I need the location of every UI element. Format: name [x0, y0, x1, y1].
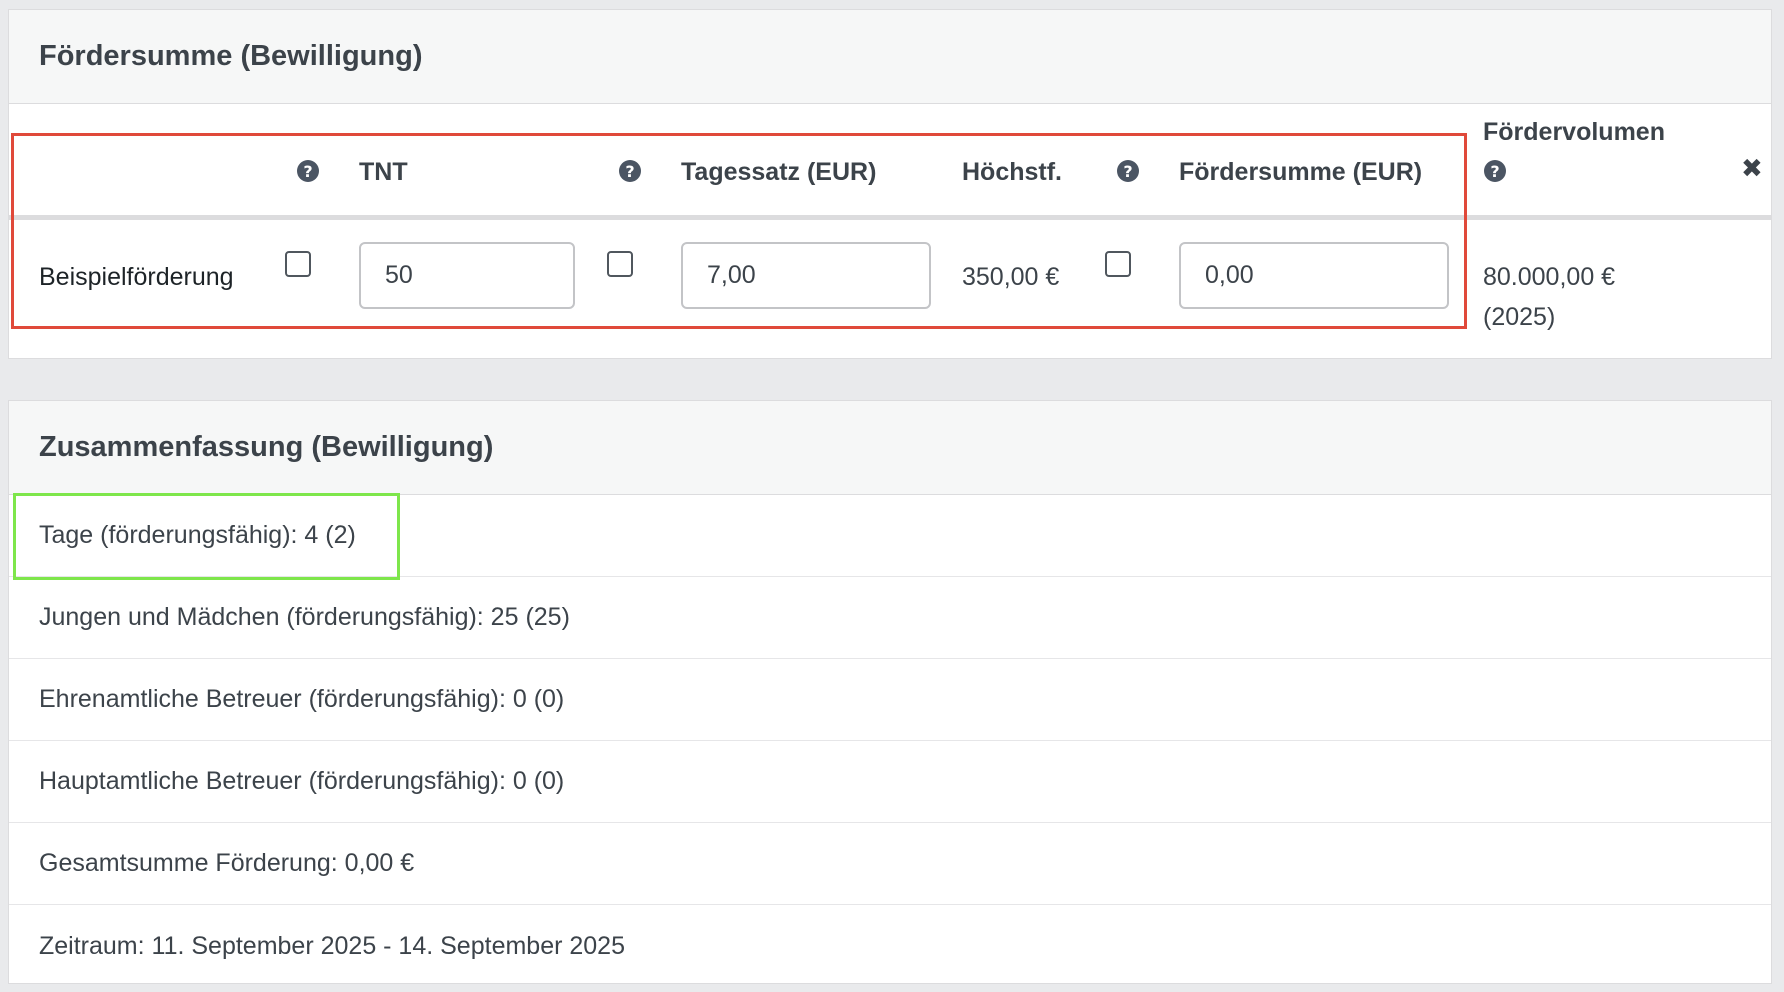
summary-item-hauptamtliche: Hauptamtliche Betreuer (förderungsfähig)… [9, 741, 1771, 823]
column-header-tnt: TNT [359, 158, 408, 186]
help-icon-foerdersumme[interactable]: ? [1117, 160, 1139, 182]
foerdersumme-override-checkbox[interactable] [1105, 251, 1131, 277]
help-icon-foerdervolumen[interactable]: ? [1484, 160, 1506, 182]
summary-item-zeitraum: Zeitraum: 11. September 2025 - 14. Septe… [39, 931, 625, 960]
tnt-override-checkbox[interactable] [285, 251, 311, 277]
hoechstf-value: 350,00 € [962, 263, 1060, 291]
foerdersumme-panel-title: Fördersumme (Bewilligung) [39, 40, 423, 72]
remove-row-icon[interactable]: ✖ [1741, 154, 1763, 184]
tagessatz-override-checkbox[interactable] [607, 251, 633, 277]
summary-item-jungen-maedchen: Jungen und Mädchen (förderungsfähig): 25… [9, 577, 1771, 659]
foerdersumme-input[interactable] [1179, 242, 1449, 309]
foerdersumme-panel: Fördersumme (Bewilligung) ? TNT ? Tagess… [8, 9, 1772, 359]
summary-item-tage: Tage (förderungsfähig): 4 (2) [9, 495, 1771, 577]
summary-item-ehrenamtliche: Ehrenamtliche Betreuer (förderungsfähig)… [9, 659, 1771, 741]
help-icon-tnt[interactable]: ? [297, 160, 319, 182]
foerdersumme-panel-header: Fördersumme (Bewilligung) [9, 10, 1771, 104]
help-icon-tagessatz[interactable]: ? [619, 160, 641, 182]
column-header-hoechstf: Höchstf. [962, 158, 1062, 186]
table-row-beispielfoerderung: Beispielförderung 350,00 € 80.000,00 € (… [9, 225, 1771, 360]
tnt-input[interactable] [359, 242, 575, 309]
zusammenfassung-panel-title: Zusammenfassung (Bewilligung) [39, 431, 494, 463]
column-header-foerdervolumen: Fördervolumen [1483, 118, 1665, 146]
row-label: Beispielförderung [39, 263, 234, 291]
column-header-foerdersumme: Fördersumme (EUR) [1179, 158, 1423, 186]
tagessatz-input[interactable] [681, 242, 931, 309]
foerdervolumen-year: (2025) [1483, 303, 1556, 331]
column-header-tagessatz: Tagessatz (EUR) [681, 158, 877, 186]
summary-item-gesamtsumme: Gesamtsumme Förderung: 0,00 € [9, 823, 1771, 905]
foerdervolumen-amount: 80.000,00 € [1483, 263, 1616, 291]
table-header-row: ? TNT ? Tagessatz (EUR) Höchstf. ? Förde… [9, 104, 1771, 220]
zusammenfassung-panel-header: Zusammenfassung (Bewilligung) [9, 401, 1771, 495]
zusammenfassung-panel: Zusammenfassung (Bewilligung) Tage (förd… [8, 400, 1772, 984]
